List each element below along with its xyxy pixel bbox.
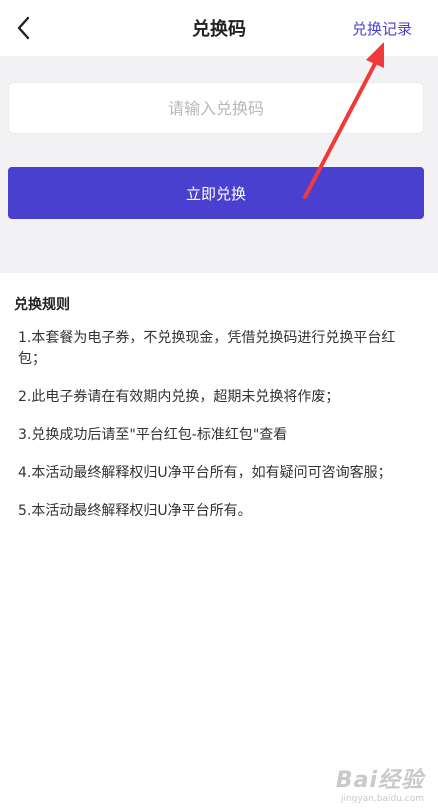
rule-item: 2.此电子券请在有效期内兑换，超期未兑换将作废； — [18, 389, 340, 405]
rule-item: 4.本活动最终解释权归U净平台所有，如有疑问可咨询客服； — [18, 465, 392, 481]
redeem-code-input[interactable] — [8, 82, 424, 134]
watermark-brand: Bai经验 — [335, 768, 424, 793]
rules-title: 兑换规则 — [14, 297, 70, 313]
watermark-url: jingyan.baidu.com — [340, 794, 424, 804]
rule-item: 1.本套餐为电子券，不兑换现金，凭借兑换码进行兑换平台红包； — [18, 330, 396, 367]
chevron-left-icon[interactable] — [12, 14, 36, 42]
redeem-section: 立即兑换 — [0, 56, 438, 273]
rule-item: 5.本活动最终解释权归U净平台所有。 — [18, 503, 252, 519]
redeem-now-button[interactable]: 立即兑换 — [8, 167, 424, 219]
redeem-history-link[interactable]: 兑换记录 — [352, 18, 412, 39]
rules-section: 兑换规则 1.本套餐为电子券，不兑换现金，凭借兑换码进行兑换平台红包； 2.此电… — [14, 294, 422, 539]
navbar: 兑换码 兑换记录 — [0, 0, 438, 56]
watermark: Bai经验 jingyan.baidu.com — [336, 762, 424, 804]
rule-item: 3.兑换成功后请至"平台红包-标准红包"查看 — [18, 427, 288, 443]
